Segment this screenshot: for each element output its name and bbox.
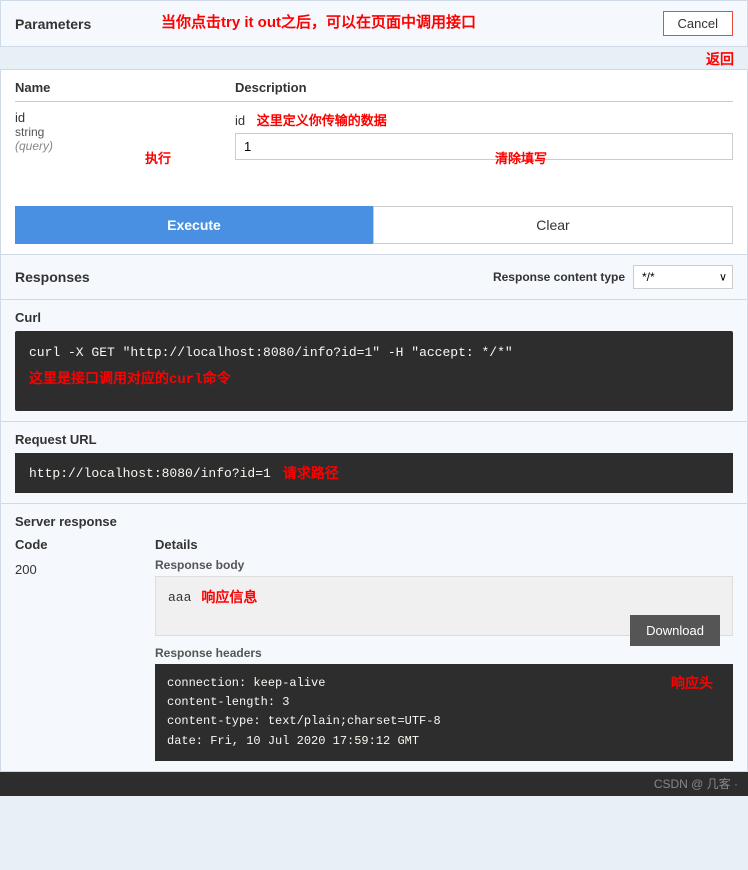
param-location: (query) (15, 139, 235, 153)
request-url-section: Request URL http://localhost:8080/info?i… (0, 422, 748, 504)
request-url-box: http://localhost:8080/info?id=1 请求路径 (15, 453, 733, 493)
annotation-clear: 清除填写 (495, 148, 547, 167)
resp-code-cell: 200 (15, 558, 155, 577)
param-type: string (15, 125, 235, 139)
param-name-cell: id string (query) (15, 110, 235, 153)
annotation-fanhui: 返回 (0, 49, 748, 69)
resp-headers-box: connection: keep-alive content-length: 3… (155, 664, 733, 761)
param-row: id string (query) id 这里定义你传输的数据 (15, 110, 733, 160)
annotation-tryit: 当你点击try it out之后，可以在页面中调用接口 (161, 11, 476, 32)
param-name: id (15, 110, 235, 125)
col-details-header: Details (155, 537, 733, 552)
annotation-data: 这里定义你传输的数据 (257, 113, 387, 128)
responses-title: Responses (15, 269, 90, 285)
footer-bar: CSDN @ 几客 · (0, 772, 748, 796)
execute-button[interactable]: Execute (15, 206, 373, 244)
response-content-type-row: Response content type */* (493, 265, 733, 289)
annotation-response: 响应信息 (201, 587, 257, 607)
csdn-watermark: CSDN @ 几客 · (654, 775, 738, 792)
param-desc-cell: id 这里定义你传输的数据 (235, 110, 733, 160)
clear-button[interactable]: Clear (373, 206, 733, 244)
curl-command: curl -X GET "http://localhost:8080/info?… (29, 345, 513, 360)
annotation-curl: 这里是接口调用对应的curl命令 (29, 368, 719, 388)
resp-details-cell: Response body aaa 响应信息 Download Response… (155, 558, 733, 761)
params-table-header: Name Description (15, 80, 733, 102)
cancel-button[interactable]: Cancel (663, 11, 733, 36)
curl-title: Curl (15, 310, 733, 325)
resp-headers-label: Response headers (155, 646, 733, 660)
annotation-url: 请求路径 (283, 463, 339, 483)
response-row: 200 Response body aaa 响应信息 Download Resp… (15, 558, 733, 761)
col-code-header: Code (15, 537, 155, 552)
annotation-execute: 执行 (145, 148, 171, 167)
resp-body-content: aaa 响应信息 (168, 587, 720, 607)
request-url-value: http://localhost:8080/info?id=1 (29, 466, 271, 481)
server-response-title: Server response (15, 514, 733, 529)
resp-body-value: aaa (168, 590, 191, 605)
resp-headers-value: connection: keep-alive content-length: 3… (167, 674, 721, 751)
col-desc-header: Description (235, 80, 733, 95)
resp-body-box: aaa 响应信息 Download (155, 576, 733, 636)
annotation-headers: 响应头 (671, 674, 713, 696)
resp-body-label: Response body (155, 558, 733, 572)
curl-box: curl -X GET "http://localhost:8080/info?… (15, 331, 733, 411)
download-button[interactable]: Download (630, 615, 720, 646)
curl-section: Curl curl -X GET "http://localhost:8080/… (0, 300, 748, 422)
param-desc-label: id (235, 113, 245, 128)
responses-header: Responses Response content type */* (0, 255, 748, 300)
col-name-header: Name (15, 80, 235, 95)
parameters-title: Parameters (15, 16, 91, 32)
parameters-section: Name Description id string (query) id 这里… (0, 69, 748, 255)
server-response-section: Server response Code Details 200 Respons… (0, 504, 748, 772)
response-table-header: Code Details (15, 537, 733, 552)
request-url-title: Request URL (15, 432, 733, 447)
response-content-type-label: Response content type (493, 270, 625, 284)
parameters-header: Parameters 当你点击try it out之后，可以在页面中调用接口 C… (0, 0, 748, 47)
param-id-input[interactable] (235, 133, 733, 160)
content-type-select-wrapper[interactable]: */* (633, 265, 733, 289)
content-type-select[interactable]: */* (633, 265, 733, 289)
buttons-row: Execute Clear (15, 206, 733, 244)
